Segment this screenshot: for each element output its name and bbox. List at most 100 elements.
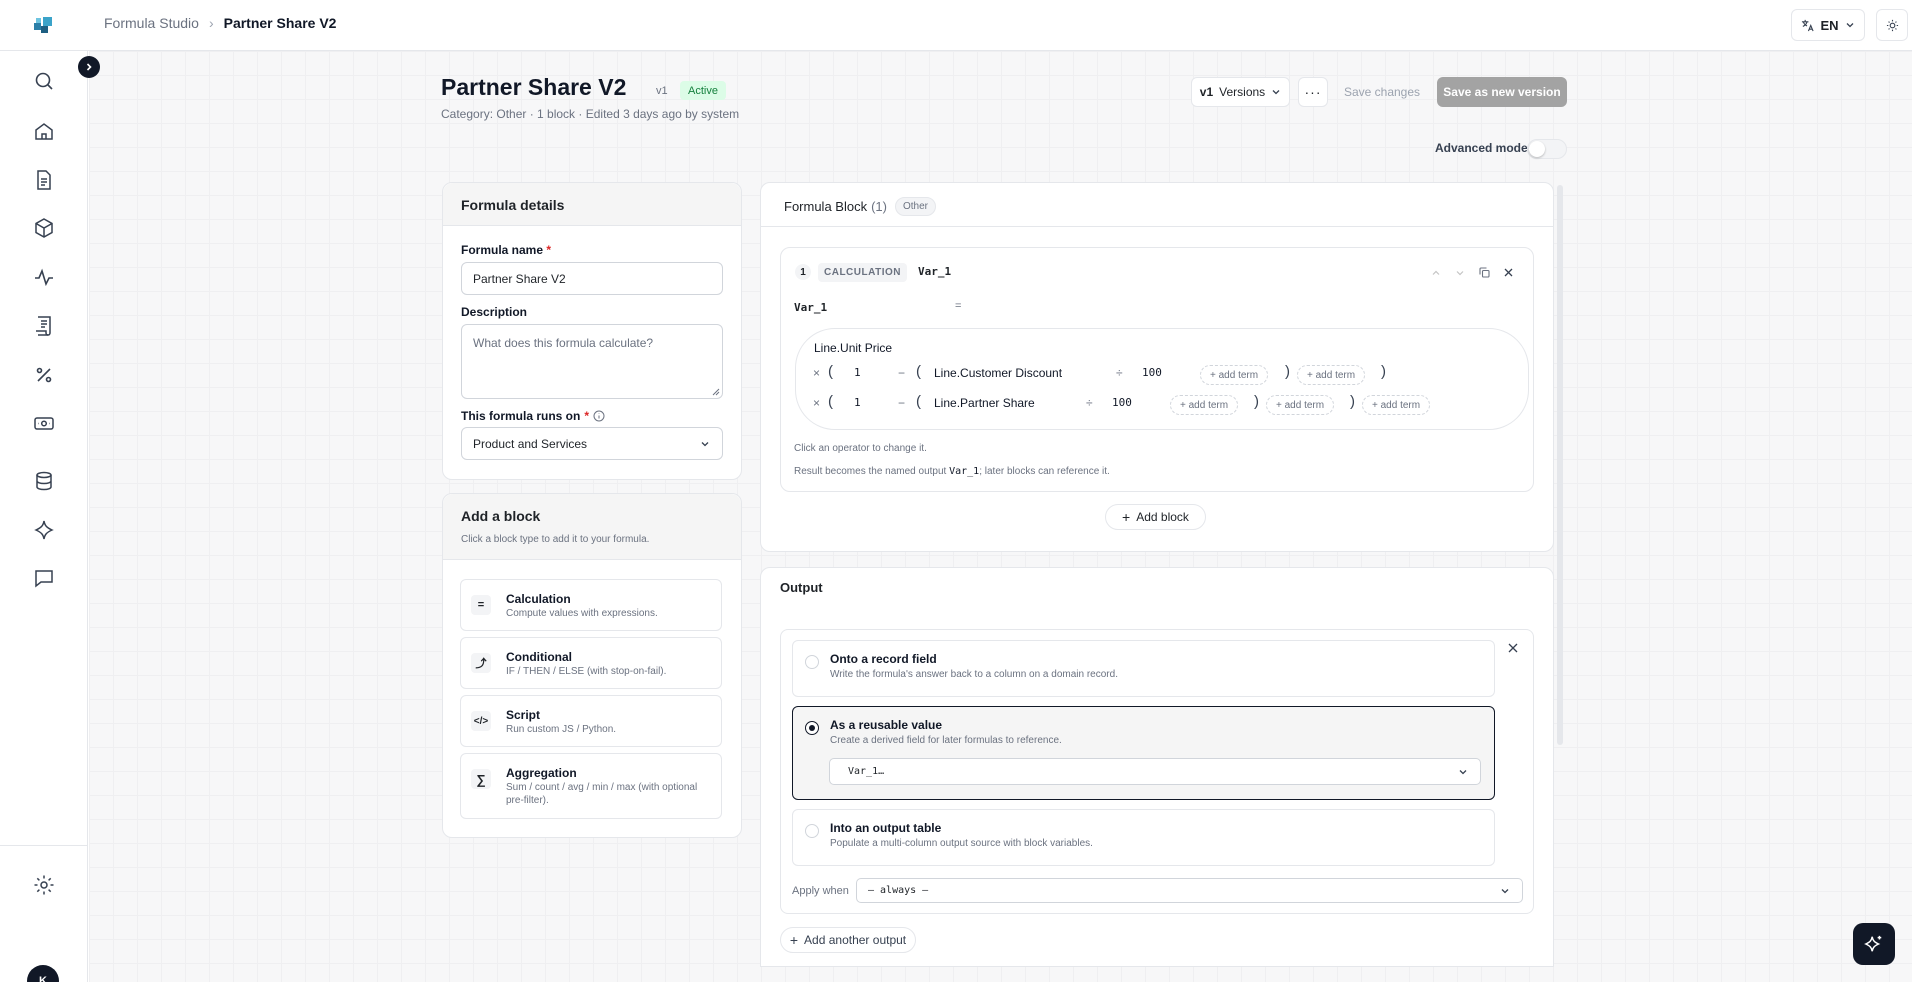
search-icon[interactable] — [31, 68, 57, 94]
close-paren: ) — [1254, 393, 1259, 410]
banknote-icon[interactable] — [31, 410, 57, 436]
option-desc: Populate a multi-column output source wi… — [830, 838, 1093, 849]
chevron-up-icon[interactable] — [1431, 268, 1441, 278]
output-config: Onto a record field Write the formula's … — [780, 629, 1534, 914]
option-title: As a reusable value — [830, 718, 943, 732]
base-term[interactable]: Line.Unit Price — [814, 341, 892, 355]
message-icon[interactable] — [31, 565, 57, 591]
block-index: 1 — [795, 264, 811, 280]
status-badge: Active — [680, 81, 726, 100]
sidebar-divider — [0, 845, 88, 846]
breadcrumb-root[interactable]: Formula Studio — [104, 15, 199, 31]
apply-when-select[interactable]: — always — — [856, 878, 1523, 903]
divide-operator[interactable]: ÷ — [1116, 366, 1123, 380]
add-term-button[interactable]: + add term — [1200, 365, 1269, 385]
sparkle-icon[interactable] — [31, 517, 57, 543]
output-title: Output — [780, 580, 823, 595]
add-another-output-button[interactable]: + Add another output — [780, 927, 916, 953]
percent-icon[interactable] — [31, 362, 57, 388]
constant-term[interactable]: 100 — [1142, 366, 1162, 379]
constant-term[interactable]: 1 — [854, 366, 861, 379]
add-output-label: Add another output — [804, 933, 907, 947]
add-term-button[interactable]: + add term — [1362, 395, 1431, 415]
output-option-reusable-value[interactable]: As a reusable value Create a derived fie… — [792, 706, 1495, 800]
chevron-down-icon — [1459, 769, 1467, 774]
duplicate-icon[interactable] — [1479, 267, 1490, 278]
sigma-icon: ∑ — [471, 769, 491, 789]
block-type-title: Aggregation — [506, 766, 577, 780]
save-as-new-version-button[interactable]: Save as new version — [1437, 77, 1567, 107]
database-icon[interactable] — [31, 468, 57, 494]
add-block-label: Add block — [1136, 510, 1189, 524]
output-card: Output Onto a record field Write the for… — [760, 567, 1554, 967]
formula-details-card: Formula details Formula name * Partner S… — [442, 182, 742, 480]
chevron-down-icon[interactable] — [1455, 268, 1465, 278]
block-type-desc: Sum / count / avg / min / max (with opti… — [506, 782, 698, 806]
version-tag: v1 — [656, 85, 668, 97]
add-term-button[interactable]: + add term — [1297, 365, 1366, 385]
home-icon[interactable] — [31, 118, 57, 144]
field-term[interactable]: Line.Partner Share — [934, 396, 1035, 410]
ai-assistant-button[interactable] — [1853, 923, 1895, 965]
receipt-icon[interactable] — [31, 313, 57, 339]
box-icon[interactable] — [31, 215, 57, 241]
sidebar: K — [0, 51, 88, 982]
block-type-desc: Run custom JS / Python. — [506, 724, 617, 735]
settings-gear-icon[interactable] — [31, 872, 57, 898]
more-options-button[interactable]: ··· — [1298, 77, 1328, 107]
block-type-badge: CALCULATION — [818, 263, 907, 282]
document-icon[interactable] — [31, 167, 57, 193]
panel-scrollbar[interactable] — [1557, 185, 1563, 745]
resize-handle-icon[interactable] — [712, 388, 720, 396]
sun-icon — [1886, 19, 1898, 31]
info-icon[interactable] — [593, 410, 605, 422]
translate-icon — [1802, 19, 1815, 31]
sidebar-expand-button[interactable] — [78, 56, 100, 78]
close-icon[interactable] — [1508, 643, 1518, 653]
constant-term[interactable]: 1 — [854, 396, 861, 409]
block-variable-name[interactable]: Var_1 — [918, 265, 951, 278]
save-changes-button[interactable]: Save changes — [1335, 77, 1429, 107]
minus-operator[interactable]: − — [898, 366, 905, 380]
add-term-button[interactable]: + add term — [1266, 395, 1335, 415]
versions-button[interactable]: v1 Versions — [1191, 77, 1290, 107]
app-logo[interactable] — [32, 14, 54, 36]
language-select[interactable]: EN — [1791, 9, 1865, 41]
field-term[interactable]: Line.Customer Discount — [934, 366, 1062, 380]
output-option-output-table[interactable]: Into an output table Populate a multi-co… — [792, 809, 1495, 866]
runs-on-select[interactable]: Product and Services — [461, 427, 723, 460]
block-type-conditional[interactable]: ⤴ Conditional IF / THEN / ELSE (with sto… — [460, 637, 722, 689]
page-title: Partner Share V2 — [441, 74, 627, 100]
block-type-title: Calculation — [506, 592, 571, 606]
advanced-mode-label: Advanced mode — [1435, 141, 1528, 155]
add-block-card: Add a block Click a block type to add it… — [442, 493, 742, 838]
radio-record-field[interactable] — [805, 655, 819, 669]
description-textarea[interactable]: What does this formula calculate? — [461, 324, 723, 399]
formula-block-header: Formula Block (1) Other — [761, 183, 1553, 227]
formula-name-input[interactable]: Partner Share V2 — [461, 262, 723, 295]
close-paren: ) — [1350, 393, 1355, 410]
theme-toggle-button[interactable] — [1876, 9, 1908, 41]
divide-operator[interactable]: ÷ — [1086, 396, 1093, 410]
times-operator[interactable]: × — [813, 366, 820, 380]
block-type-calculation[interactable]: = Calculation Compute values with expres… — [460, 579, 722, 631]
add-block-header: Add a block Click a block type to add it… — [443, 494, 741, 560]
radio-output-table[interactable] — [805, 824, 819, 838]
activity-icon[interactable] — [31, 264, 57, 290]
close-icon[interactable] — [1504, 268, 1513, 277]
block-type-title: Conditional — [506, 650, 572, 664]
advanced-mode-toggle[interactable] — [1527, 139, 1567, 159]
derived-field-select[interactable]: Var_1… — [829, 758, 1481, 785]
times-operator[interactable]: × — [813, 396, 820, 410]
output-option-record-field[interactable]: Onto a record field Write the formula's … — [792, 640, 1495, 697]
add-block-button[interactable]: + Add block — [1105, 504, 1206, 530]
radio-reusable-value[interactable] — [805, 721, 819, 735]
block-type-aggregation[interactable]: ∑ Aggregation Sum / count / avg / min / … — [460, 753, 722, 819]
formula-details-title: Formula details — [461, 197, 565, 213]
block-type-title: Script — [506, 708, 541, 722]
minus-operator[interactable]: − — [898, 396, 905, 410]
constant-term[interactable]: 100 — [1112, 396, 1132, 409]
user-avatar[interactable]: K — [27, 965, 59, 982]
block-type-script[interactable]: </> Script Run custom JS / Python. — [460, 695, 722, 747]
add-term-button[interactable]: + add term — [1170, 395, 1239, 415]
